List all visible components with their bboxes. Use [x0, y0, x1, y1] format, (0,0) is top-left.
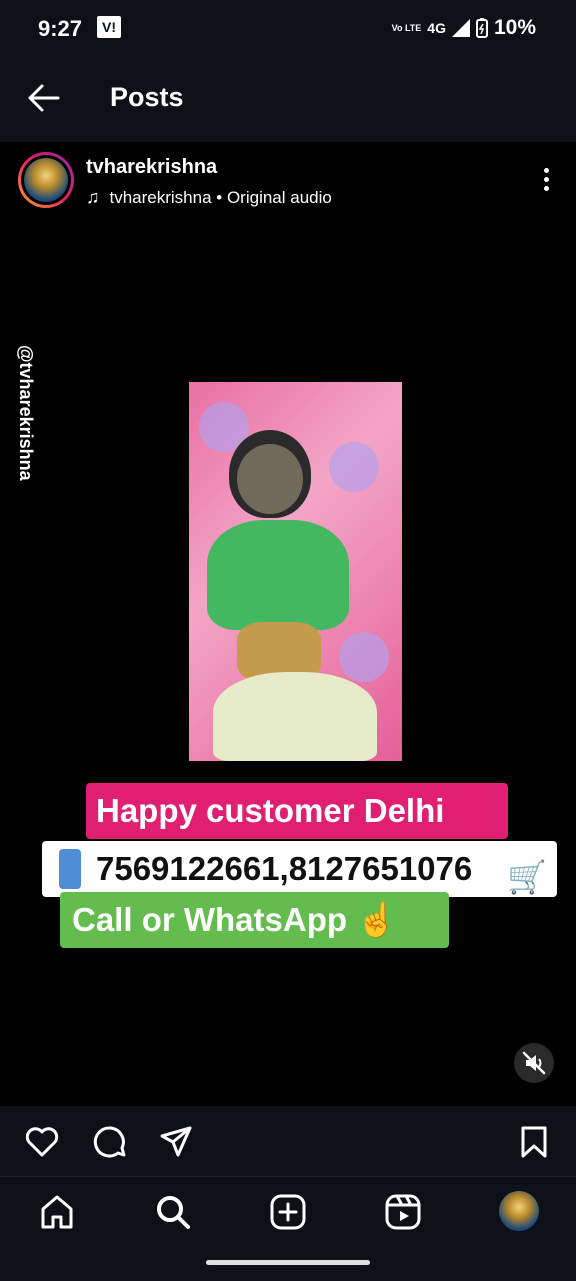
comment-icon[interactable] [92, 1124, 128, 1160]
home-icon[interactable] [38, 1193, 76, 1231]
music-note-icon: ♫ [86, 187, 100, 207]
shopping-cart-icon: 🛒 [507, 859, 547, 895]
fabric-pattern [329, 442, 379, 492]
video-frame-image [189, 382, 402, 761]
avatar-image [24, 158, 68, 202]
status-indicators: Vo LTE 4G 10% [392, 16, 536, 40]
post-action-bar [0, 1106, 576, 1176]
share-icon[interactable] [158, 1124, 194, 1160]
arrow-left-icon[interactable] [26, 80, 62, 116]
doll-legs [213, 672, 377, 761]
phone-numbers-text: 7569122661,8127651076 [96, 850, 473, 887]
status-bar: 9:27 V! Vo LTE 4G 10% [0, 0, 576, 56]
battery-percent: 10% [493, 16, 536, 39]
mobile-phone-icon [59, 849, 81, 889]
reels-icon[interactable] [384, 1193, 422, 1231]
audio-label: tvharekrishna • Original audio [109, 187, 332, 207]
network-label: 4G [427, 20, 446, 36]
heart-icon[interactable] [24, 1124, 60, 1160]
battery-icon [475, 18, 488, 38]
doll-dress [207, 520, 349, 630]
carrier-badge: V! [97, 16, 121, 38]
bottom-navigation [0, 1176, 576, 1281]
doll-face [237, 444, 303, 514]
profile-avatar[interactable] [499, 1191, 539, 1231]
post-header: tvharekrishna ♫ tvharekrishna • Original… [0, 142, 576, 222]
avatar-border [21, 155, 71, 205]
post-username[interactable]: tvharekrishna [86, 156, 217, 179]
audio-attribution[interactable]: ♫ tvharekrishna • Original audio [86, 187, 332, 208]
video-watermark: @tvharekrishna [16, 345, 36, 481]
search-icon[interactable] [154, 1193, 192, 1231]
bookmark-icon[interactable] [516, 1124, 552, 1160]
fabric-pattern [339, 632, 389, 682]
status-time: 9:27 [38, 16, 83, 41]
volume-muted-icon[interactable] [514, 1043, 554, 1083]
page-title: Posts [110, 82, 184, 112]
volte-indicator: Vo LTE [391, 22, 422, 33]
signal-icon [451, 19, 470, 37]
caption-happy-customer: Happy customer Delhi [86, 783, 508, 839]
top-app-bar: Posts [0, 56, 576, 142]
avatar[interactable] [18, 152, 74, 208]
caption-phone-numbers: 7569122661,8127651076 🛒 [42, 841, 557, 897]
caption-call-whatsapp: Call or WhatsApp ☝ [60, 892, 449, 948]
create-icon[interactable] [269, 1193, 307, 1231]
more-vertical-icon[interactable] [544, 168, 550, 194]
gesture-bar [206, 1260, 370, 1265]
